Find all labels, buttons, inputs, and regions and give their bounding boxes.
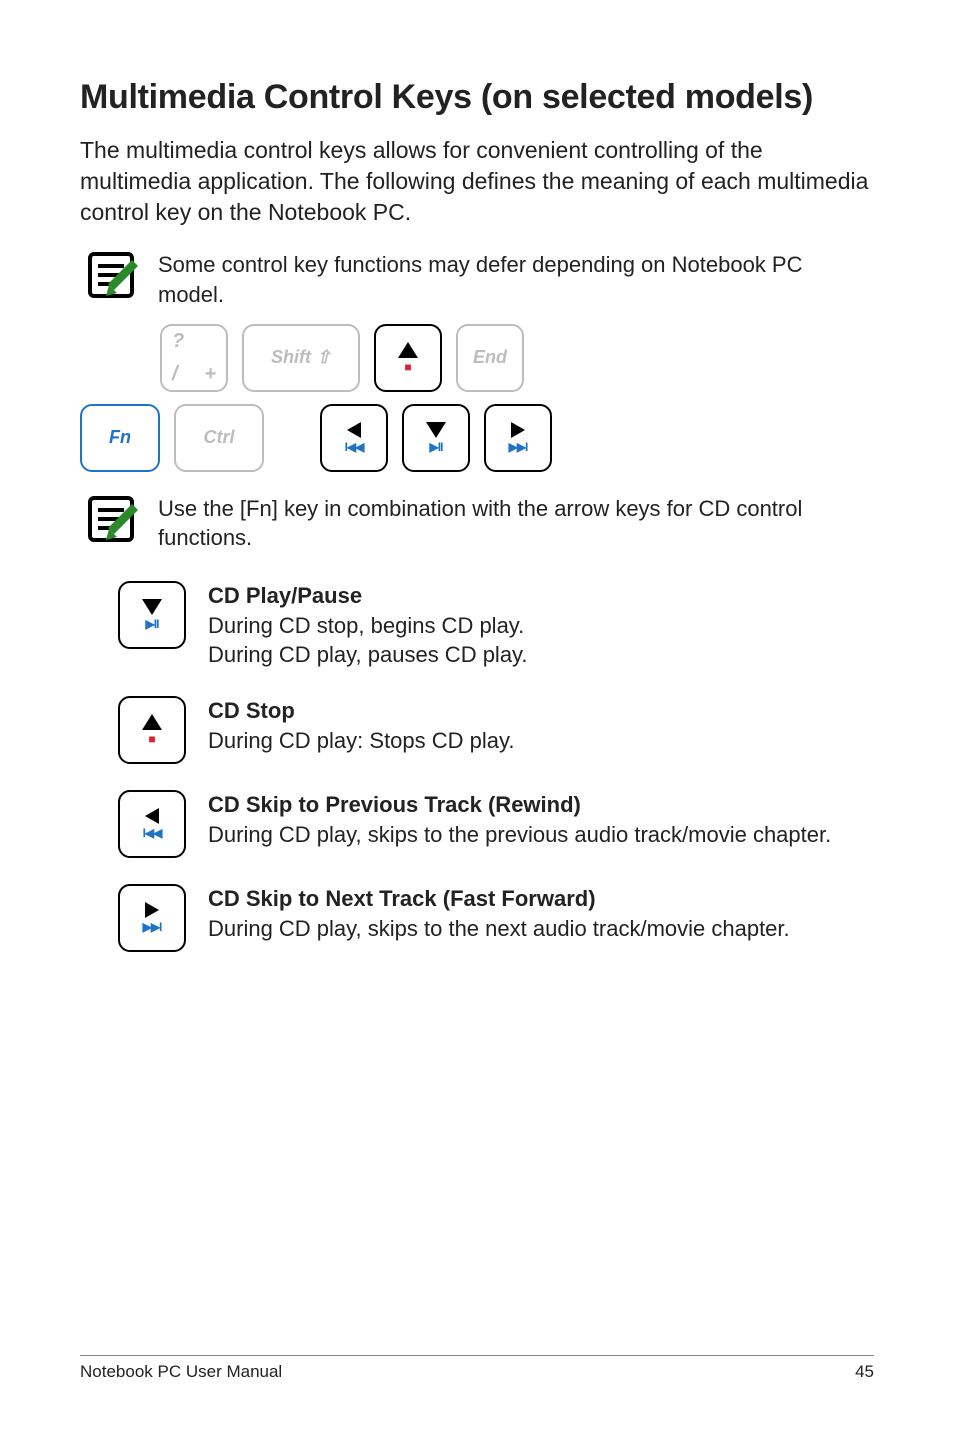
key-ctrl-label: Ctrl xyxy=(204,427,235,448)
note-2: Use the [Fn] key in combination with the… xyxy=(80,490,874,553)
key-slash-slash: / xyxy=(172,363,178,386)
key-fn: Fn xyxy=(80,404,160,472)
fn-stop-title: CD Stop xyxy=(208,696,515,726)
note-1: Some control key functions may defer dep… xyxy=(80,246,874,309)
key-arrow-right: ▶▶I xyxy=(118,884,186,952)
key-slash-question: ? xyxy=(172,330,184,353)
fn-play-pause-line1: During CD stop, begins CD play. xyxy=(208,613,524,638)
intro-paragraph: The multimedia control keys allows for c… xyxy=(80,135,874,228)
keyboard-diagram: ? / + Shift ⇧ ■ End Fn Ctrl xyxy=(80,324,874,472)
fn-next: ▶▶I CD Skip to Next Track (Fast Forward)… xyxy=(80,884,874,952)
cd-stop-icon: ■ xyxy=(148,732,155,746)
footer-manual-title: Notebook PC User Manual xyxy=(80,1362,282,1382)
arrow-right-icon xyxy=(145,902,159,918)
arrow-up-icon xyxy=(398,342,418,358)
fn-stop: ■ CD Stop During CD play: Stops CD play. xyxy=(80,696,874,764)
key-slash: ? / + xyxy=(160,324,228,392)
key-arrow-up: ■ xyxy=(374,324,442,392)
fn-play-pause-line2: During CD play, pauses CD play. xyxy=(208,642,528,667)
page-footer: Notebook PC User Manual 45 xyxy=(80,1355,874,1382)
footer-page-number: 45 xyxy=(855,1362,874,1382)
cd-prev-icon: I◀◀ xyxy=(143,826,162,840)
key-arrow-left: I◀◀ xyxy=(118,790,186,858)
key-arrow-up: ■ xyxy=(118,696,186,764)
media-key-function-list: ▶II CD Play/Pause During CD stop, begins… xyxy=(80,581,874,952)
key-fn-label: Fn xyxy=(109,427,131,448)
arrow-right-icon xyxy=(511,422,525,438)
key-arrow-right: ▶▶I xyxy=(484,404,552,472)
key-arrow-down: ▶II xyxy=(402,404,470,472)
key-end: End xyxy=(456,324,524,392)
fn-stop-line1: During CD play: Stops CD play. xyxy=(208,728,515,753)
note-2-text: Use the [Fn] key in combination with the… xyxy=(158,490,874,553)
key-end-label: End xyxy=(473,347,507,368)
fn-prev-line1: During CD play, skips to the previous au… xyxy=(208,822,831,847)
fn-prev: I◀◀ CD Skip to Previous Track (Rewind) D… xyxy=(80,790,874,858)
arrow-left-icon xyxy=(347,422,361,438)
fn-next-title: CD Skip to Next Track (Fast Forward) xyxy=(208,884,790,914)
page-title: Multimedia Control Keys (on selected mod… xyxy=(80,78,874,117)
note-1-text: Some control key functions may defer dep… xyxy=(158,246,874,309)
cd-next-icon: ▶▶I xyxy=(509,440,528,454)
key-arrow-left: I◀◀ xyxy=(320,404,388,472)
fn-next-line1: During CD play, skips to the next audio … xyxy=(208,916,790,941)
fn-play-pause-title: CD Play/Pause xyxy=(208,581,528,611)
arrow-down-icon xyxy=(142,599,162,615)
key-arrow-down: ▶II xyxy=(118,581,186,649)
cd-playpause-icon: ▶II xyxy=(430,440,443,454)
key-shift: Shift ⇧ xyxy=(242,324,360,392)
key-ctrl: Ctrl xyxy=(174,404,264,472)
clipboard-note-icon xyxy=(80,246,142,304)
clipboard-note-icon xyxy=(80,490,142,548)
cd-next-icon: ▶▶I xyxy=(143,920,162,934)
cd-playpause-icon: ▶II xyxy=(146,617,159,631)
cd-prev-icon: I◀◀ xyxy=(345,440,364,454)
key-slash-plus: + xyxy=(204,363,216,386)
arrow-down-icon xyxy=(426,422,446,438)
arrow-up-icon xyxy=(142,714,162,730)
cd-stop-icon: ■ xyxy=(404,360,411,374)
arrow-left-icon xyxy=(145,808,159,824)
fn-prev-title: CD Skip to Previous Track (Rewind) xyxy=(208,790,831,820)
fn-play-pause: ▶II CD Play/Pause During CD stop, begins… xyxy=(80,581,874,670)
key-shift-label: Shift ⇧ xyxy=(271,347,331,368)
